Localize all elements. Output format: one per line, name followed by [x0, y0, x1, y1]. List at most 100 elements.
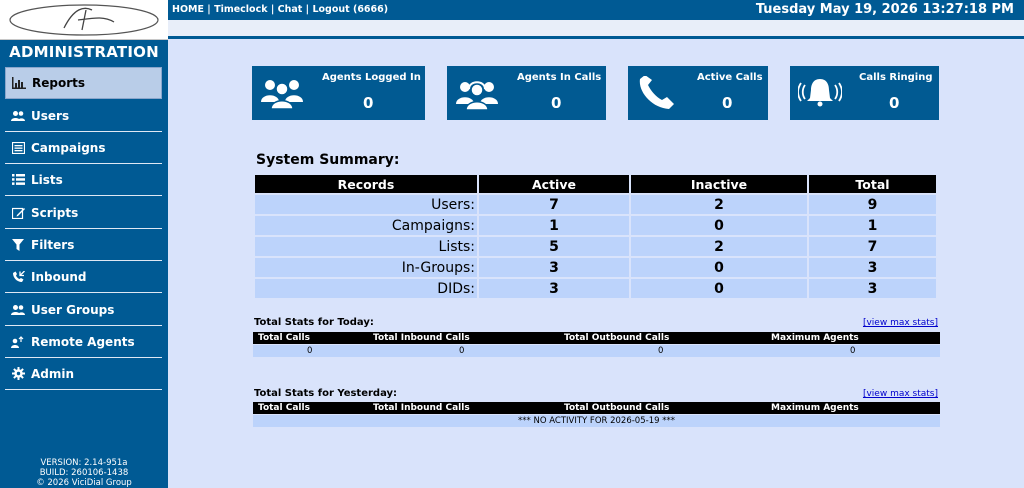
table-row: DIDs: 3 0 3 — [255, 279, 936, 298]
column-header: Total Calls — [258, 333, 310, 343]
yesterday-stats-row: *** NO ACTIVITY FOR 2026-05-19 *** — [253, 415, 940, 427]
sidebar-item-label: Campaigns — [31, 140, 106, 155]
record-label: DIDs: — [255, 279, 477, 298]
card-agents-logged-in[interactable]: Agents Logged In 0 — [252, 66, 425, 120]
version-info: VERSION: 2.14-951a BUILD: 260106-1438 © … — [0, 458, 168, 488]
top-bar: HOME | Timeclock | Chat | Logout (6666) … — [168, 0, 1024, 20]
active-count: 3 — [479, 279, 629, 298]
maximum-agents-value: 0 — [850, 346, 856, 356]
today-stats-title: Total Stats for Today: — [254, 317, 374, 328]
inactive-count: 0 — [631, 258, 807, 277]
system-summary-table: Records Active Inactive Total Users: 7 2… — [253, 173, 938, 300]
users-icon — [9, 109, 27, 123]
total-count: 3 — [809, 279, 936, 298]
bar-chart-icon — [10, 76, 28, 90]
separator: | — [305, 4, 310, 15]
filter-icon — [9, 238, 27, 252]
edit-icon — [9, 206, 27, 220]
card-label: Calls Ringing — [859, 72, 933, 83]
total-calls-value: 0 — [307, 346, 313, 356]
table-row: In-Groups: 3 0 3 — [255, 258, 936, 277]
sidebar-item-remote-agents[interactable]: Remote Agents — [5, 326, 162, 358]
gear-icon — [9, 367, 27, 381]
table-header-row: Records Active Inactive Total — [255, 175, 936, 193]
table-row: Campaigns: 1 0 1 — [255, 216, 936, 235]
column-header: Total Inbound Calls — [373, 333, 470, 343]
header-divider — [168, 36, 1024, 39]
sidebar-item-label: User Groups — [31, 302, 115, 317]
active-count: 1 — [479, 216, 629, 235]
current-datetime: Tuesday May 19, 2026 13:27:18 PM — [755, 2, 1014, 17]
logo[interactable] — [0, 0, 168, 40]
table-row: Users: 7 2 9 — [255, 195, 936, 214]
system-summary-title: System Summary: — [256, 152, 400, 168]
column-header: Total Outbound Calls — [564, 403, 670, 413]
sidebar-item-scripts[interactable]: Scripts — [5, 197, 162, 229]
active-count: 7 — [479, 195, 629, 214]
total-count: 7 — [809, 237, 936, 256]
inactive-count: 0 — [631, 279, 807, 298]
timeclock-link[interactable]: Timeclock — [214, 4, 267, 15]
total-count: 3 — [809, 258, 936, 277]
column-header: Total — [809, 175, 936, 193]
card-agents-in-calls[interactable]: Agents In Calls 0 — [447, 66, 606, 120]
sidebar-item-filters[interactable]: Filters — [5, 229, 162, 261]
sidebar-item-label: Inbound — [31, 269, 87, 284]
total-count: 1 — [809, 216, 936, 235]
sidebar-item-campaigns[interactable]: Campaigns — [5, 132, 162, 164]
yesterday-stats-header: Total Calls Total Inbound Calls Total Ou… — [253, 402, 940, 414]
sidebar-item-admin[interactable]: Admin — [5, 358, 162, 390]
column-header: Total Inbound Calls — [373, 403, 470, 413]
inactive-count: 2 — [631, 237, 807, 256]
vicidial-logo-icon — [9, 4, 159, 36]
record-label: Users: — [255, 195, 477, 214]
active-count: 5 — [479, 237, 629, 256]
yesterday-stats-title: Total Stats for Yesterday: — [254, 388, 398, 399]
record-label: Campaigns: — [255, 216, 477, 235]
card-calls-ringing[interactable]: Calls Ringing 0 — [790, 66, 939, 120]
sidebar-item-lists[interactable]: Lists — [5, 164, 162, 196]
remote-agent-icon — [9, 335, 27, 349]
copyright-text: © 2026 ViciDial Group — [36, 478, 132, 488]
sidebar-item-user-groups[interactable]: User Groups — [5, 294, 162, 326]
card-value: 0 — [551, 94, 562, 112]
sidebar-item-label: Users — [31, 108, 70, 123]
no-activity-message: *** NO ACTIVITY FOR 2026-05-19 *** — [518, 416, 675, 426]
sidebar-item-label: Admin — [31, 366, 75, 381]
total-count: 9 — [809, 195, 936, 214]
phone-handset-icon — [636, 75, 678, 116]
sub-header-bar — [168, 20, 1024, 36]
column-header: Maximum Agents — [771, 403, 859, 413]
home-link[interactable]: HOME — [172, 4, 204, 15]
sidebar-item-label: Lists — [31, 172, 63, 187]
yesterday-view-max-stats-link[interactable]: [view max stats] — [863, 389, 938, 399]
card-active-calls[interactable]: Active Calls 0 — [628, 66, 768, 120]
separator: | — [270, 4, 275, 15]
active-count: 3 — [479, 258, 629, 277]
logout-link[interactable]: Logout (6666) — [312, 4, 388, 15]
agents-group-icon — [260, 76, 304, 114]
sidebar: ADMINISTRATION Reports Users Campaigns L… — [0, 0, 168, 488]
total-inbound-value: 0 — [459, 346, 465, 356]
card-value: 0 — [889, 94, 900, 112]
sidebar-item-inbound[interactable]: Inbound — [5, 261, 162, 293]
separator: | — [207, 4, 211, 15]
users-icon — [9, 303, 27, 317]
top-nav-links: HOME | Timeclock | Chat | Logout (6666) — [172, 4, 388, 15]
card-label: Agents In Calls — [517, 72, 602, 83]
today-stats-header: Total Calls Total Inbound Calls Total Ou… — [253, 332, 940, 344]
sidebar-item-label: Scripts — [31, 205, 79, 220]
chat-link[interactable]: Chat — [278, 4, 303, 15]
table-row: Lists: 5 2 7 — [255, 237, 936, 256]
total-outbound-value: 0 — [658, 346, 664, 356]
today-view-max-stats-link[interactable]: [view max stats] — [863, 318, 938, 328]
sidebar-item-users[interactable]: Users — [5, 100, 162, 132]
column-header: Records — [255, 175, 477, 193]
inactive-count: 2 — [631, 195, 807, 214]
sidebar-item-reports[interactable]: Reports — [5, 67, 162, 99]
inactive-count: 0 — [631, 216, 807, 235]
version-text: VERSION: 2.14-951a — [40, 458, 128, 468]
card-value: 0 — [722, 94, 733, 112]
column-header: Active — [479, 175, 629, 193]
sidebar-item-label: Reports — [32, 76, 86, 90]
